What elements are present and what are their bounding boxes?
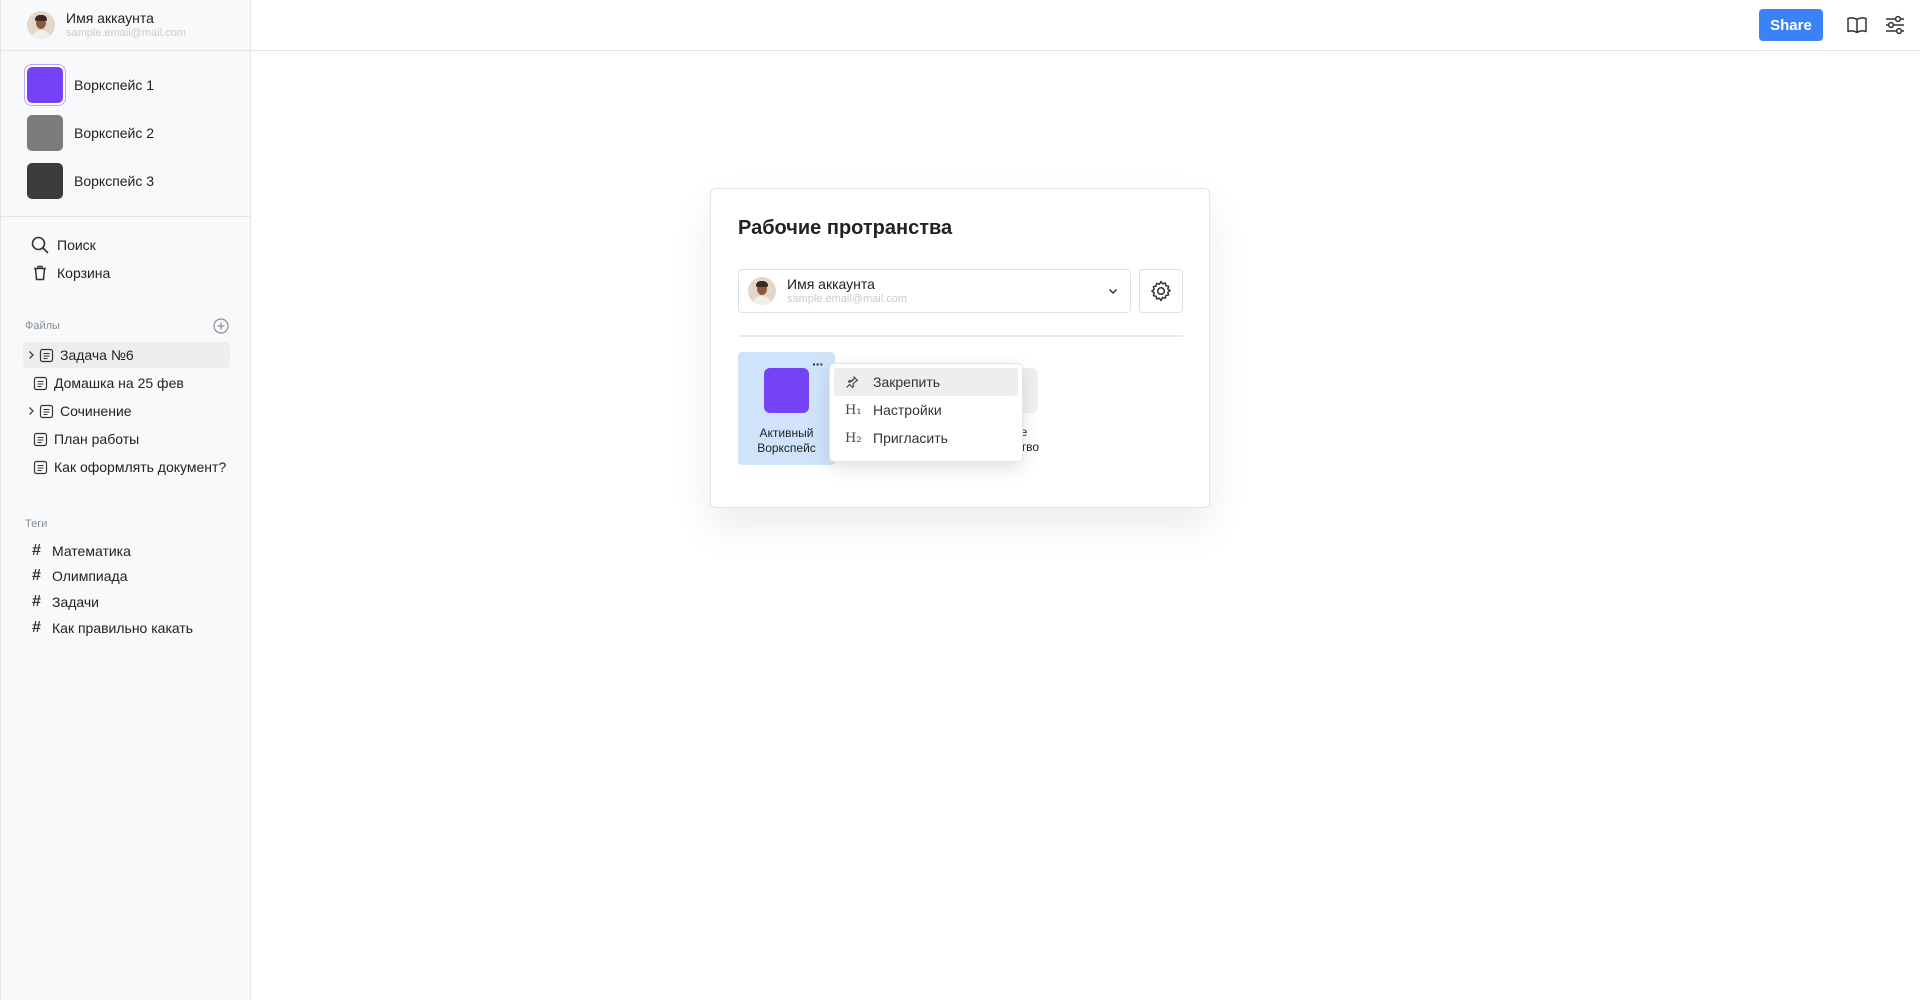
tag-item[interactable]: # Задачи (32, 593, 99, 611)
search-nav-item[interactable]: Поиск (31, 236, 96, 254)
search-label: Поиск (57, 237, 96, 253)
file-item[interactable]: Задача №6 (23, 342, 230, 368)
account-email: sample.email@mail.com (66, 27, 186, 40)
account-switcher[interactable]: Имя аккаунта sample.email@mail.com (27, 10, 242, 40)
chevron-right-icon[interactable] (25, 349, 37, 361)
sidebar: Имя аккаунта sample.email@mail.com Воркс… (0, 0, 251, 1000)
account-name: Имя аккаунта (66, 10, 154, 26)
file-label: Задача №6 (60, 347, 134, 363)
hash-icon: # (32, 619, 41, 636)
workspace-label: Воркспейс 2 (74, 125, 155, 141)
avatar (748, 277, 776, 305)
hash-icon: # (32, 593, 41, 610)
file-label: Как оформлять документ? (54, 459, 227, 475)
more-icon[interactable]: ··· (812, 356, 824, 372)
menu-item-label: Пригласить (873, 430, 948, 446)
files-section-title: Файлы (25, 320, 60, 332)
workspace-swatch (27, 163, 63, 199)
document-icon (39, 404, 54, 418)
workspace-swatch (27, 115, 63, 151)
avatar (27, 10, 55, 39)
tag-item[interactable]: # Олимпиада (32, 567, 128, 585)
document-icon (33, 432, 48, 446)
tag-item[interactable]: # Математика (32, 542, 131, 560)
trash-label: Корзина (57, 265, 111, 281)
tags-section-title: Теги (25, 518, 48, 530)
trash-nav-item[interactable]: Корзина (31, 264, 110, 282)
file-label: План работы (54, 431, 140, 447)
gear-icon (1151, 280, 1171, 302)
add-file-icon[interactable] (213, 318, 229, 334)
workspace-context-menu: Закрепить H₁ Настройки H₂ Пригласить (829, 363, 1023, 462)
account-email: sample.email@mail.com (787, 293, 907, 306)
account-select[interactable]: Имя аккаунта sample.email@mail.com (738, 269, 1131, 313)
file-item[interactable]: Как оформлять документ? (33, 454, 226, 480)
tag-label: Как правильно какать (52, 620, 194, 636)
active-workspace-card[interactable]: ··· Активный Воркспейс (738, 352, 835, 465)
heading-2-icon: H₂ (845, 430, 862, 446)
document-icon (33, 376, 48, 390)
divider (1, 50, 251, 51)
workspace-item-2[interactable]: Воркспейс 2 (27, 115, 154, 151)
hash-icon: # (32, 567, 41, 584)
document-icon (33, 460, 48, 474)
file-item[interactable]: Сочинение (25, 398, 132, 424)
book-icon[interactable] (1846, 14, 1868, 36)
divider (738, 335, 1183, 337)
account-name: Имя аккаунта (787, 276, 875, 293)
file-label: Сочинение (60, 403, 132, 419)
file-item[interactable]: План работы (33, 426, 139, 452)
workspace-swatch (764, 368, 809, 413)
menu-item-invite[interactable]: H₂ Пригласить (834, 424, 1018, 452)
chevron-right-icon[interactable] (25, 405, 37, 417)
pin-icon (845, 375, 863, 389)
tag-label: Математика (52, 543, 131, 559)
settings-button[interactable] (1139, 269, 1183, 313)
workspace-card-label: ре нство (1008, 425, 1040, 454)
top-bar (251, 0, 1920, 51)
trash-icon (34, 265, 46, 281)
hash-icon: # (32, 542, 41, 559)
share-button[interactable]: Share (1759, 9, 1823, 41)
divider (1, 216, 251, 217)
chevron-down-icon (1108, 288, 1118, 295)
tag-item[interactable]: # Как правильно какать (32, 619, 193, 637)
workspace-label: Воркспейс 3 (74, 173, 155, 189)
search-icon (31, 236, 49, 254)
modal-title: Рабочие протранства (738, 217, 953, 239)
menu-item-label: Закрепить (873, 374, 941, 390)
workspace-item-3[interactable]: Воркспейс 3 (27, 163, 154, 199)
sliders-icon[interactable] (1884, 14, 1906, 36)
workspace-swatch (27, 67, 63, 103)
menu-item-pin[interactable]: Закрепить (834, 368, 1018, 396)
file-label: Домашка на 25 фев (54, 375, 184, 391)
tag-label: Олимпиада (52, 568, 128, 584)
document-icon (39, 348, 54, 362)
workspace-item-1[interactable]: Воркспейс 1 (27, 67, 154, 103)
workspace-card-label: Активный Воркспейс (757, 426, 816, 455)
menu-item-label: Настройки (873, 402, 942, 418)
heading-1-icon: H₁ (845, 402, 862, 418)
file-item[interactable]: Домашка на 25 фев (33, 370, 184, 396)
workspace-label: Воркспейс 1 (74, 77, 155, 93)
menu-item-settings[interactable]: H₁ Настройки (834, 396, 1018, 424)
tag-label: Задачи (52, 594, 100, 610)
